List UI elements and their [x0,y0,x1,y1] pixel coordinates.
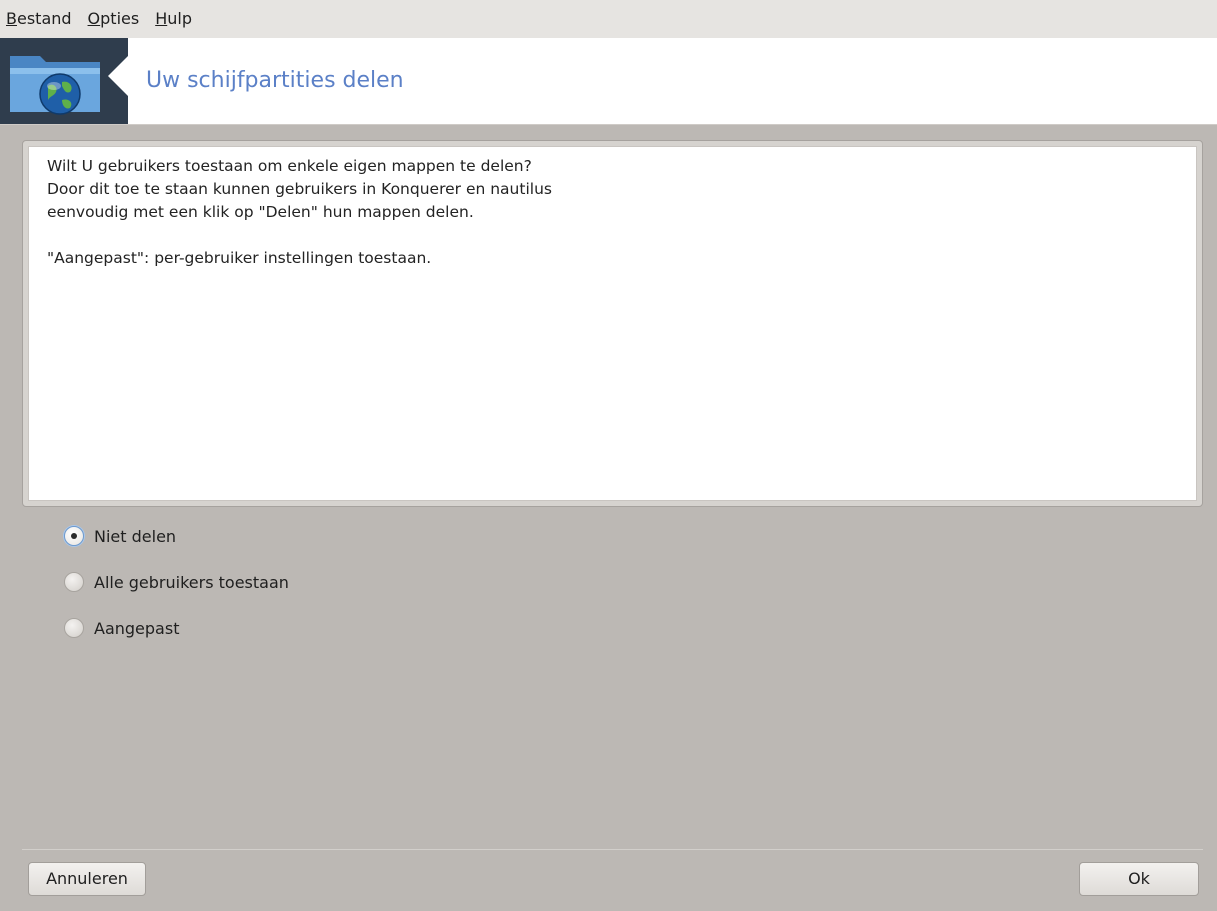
ok-button[interactable]: Ok [1079,862,1199,896]
cancel-button[interactable]: Annuleren [28,862,146,896]
description-line: "Aangepast": per-gebruiker instellingen … [47,249,432,267]
menu-bar: Bestand Opties Hulp [0,0,1217,38]
description-line: Door dit toe te staan kunnen gebruikers … [47,180,552,198]
menu-label: pties [100,9,140,28]
radio-niet-delen[interactable]: Niet delen [64,522,289,550]
radio-alle-gebruikers[interactable]: Alle gebruikers toestaan [64,568,289,596]
menu-mnemonic: H [155,9,168,28]
footer-divider [22,849,1203,850]
description-frame: Wilt U gebruikers toestaan om enkele eig… [22,140,1203,507]
radio-button-icon[interactable] [64,572,84,592]
page-title: Uw schijfpartities delen [146,68,404,93]
menu-label: estand [16,9,72,28]
radio-aangepast[interactable]: Aangepast [64,614,289,642]
menu-mnemonic: B [6,9,17,28]
description-text: Wilt U gebruikers toestaan om enkele eig… [28,146,1197,501]
header-banner: Uw schijfpartities delen [0,38,1217,125]
radio-label: Niet delen [94,526,177,546]
description-line: Wilt U gebruikers toestaan om enkele eig… [47,157,532,175]
radio-button-icon[interactable] [64,618,84,638]
radio-button-icon[interactable] [64,526,84,546]
radio-label: Aangepast [94,618,180,638]
menu-opties[interactable]: Opties [80,0,148,38]
menu-mnemonic: O [87,9,101,28]
network-folder-icon [0,38,128,124]
menu-label: ulp [167,9,192,28]
menu-hulp[interactable]: Hulp [147,0,200,38]
menu-bestand[interactable]: Bestand [0,0,80,38]
share-options: Niet delen Alle gebruikers toestaan Aang… [64,522,289,660]
description-line: eenvoudig met een klik op "Delen" hun ma… [47,203,474,221]
radio-label: Alle gebruikers toestaan [94,572,289,592]
